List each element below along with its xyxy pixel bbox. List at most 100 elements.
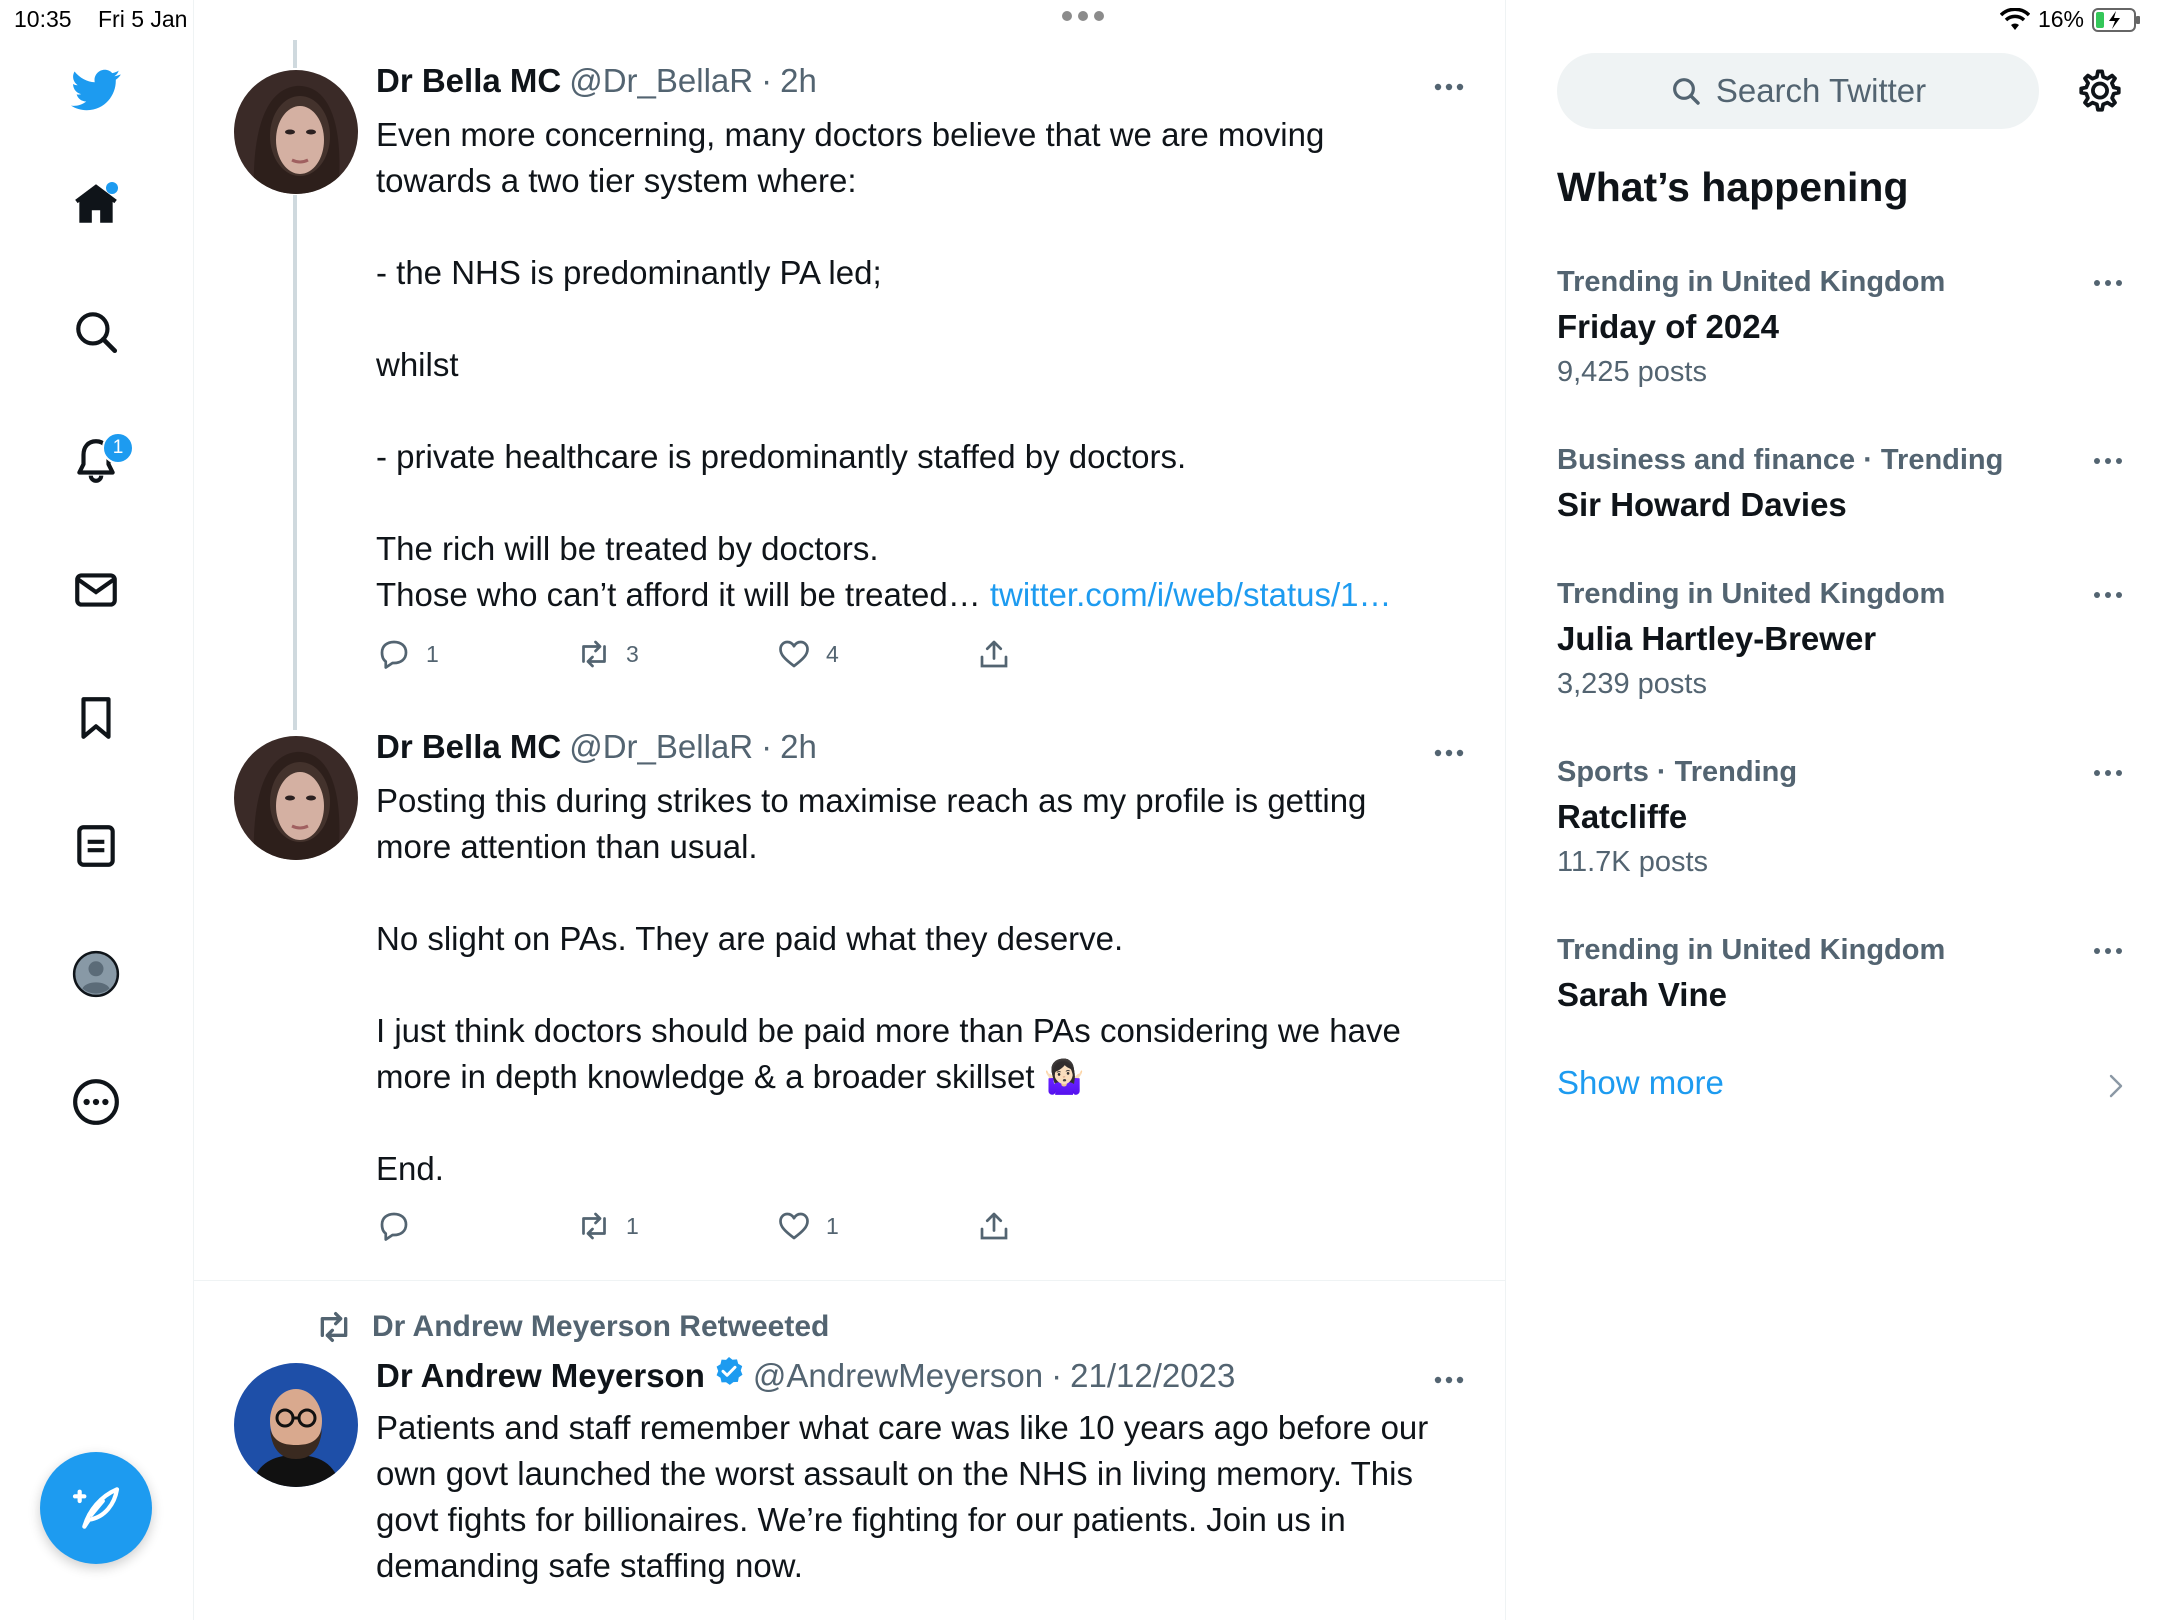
compose-tweet-button[interactable] xyxy=(40,1452,152,1564)
trend-meta: Business and finance · Trending xyxy=(1557,444,2004,476)
trend-item[interactable]: Business and finance · Trending Sir Howa… xyxy=(1557,438,2122,528)
retweet-icon xyxy=(582,640,606,668)
trend-item[interactable]: Sports · Trending Ratcliffe 11.7K posts xyxy=(1557,750,2122,884)
separator: · xyxy=(761,62,773,99)
search-input[interactable]: Search Twitter xyxy=(1557,53,2039,129)
trend-meta: Trending in United Kingdom xyxy=(1557,934,1946,966)
trend-name: Friday of 2024 xyxy=(1557,308,1779,345)
list-icon xyxy=(77,825,115,867)
like-count: 4 xyxy=(826,640,839,667)
author-name[interactable]: Dr Andrew Meyerson xyxy=(376,1357,705,1395)
trend-more-icon[interactable] xyxy=(2093,590,2123,600)
avatar[interactable] xyxy=(234,736,358,860)
trend-count: 9,425 posts xyxy=(1557,356,1707,388)
twitter-logo-button[interactable] xyxy=(64,58,128,122)
whats-happening-title: What’s happening xyxy=(1557,164,1909,210)
trend-item[interactable]: Trending in United Kingdom Sarah Vine xyxy=(1557,928,2122,1018)
notifications-badge: 1 xyxy=(102,432,134,464)
author-handle[interactable]: @Dr_BellaR xyxy=(569,728,753,766)
chevron-right-icon[interactable] xyxy=(2103,1070,2129,1102)
trend-meta: Trending in United Kingdom xyxy=(1557,266,1946,298)
nav-notifications[interactable]: 1 xyxy=(64,428,134,492)
reply-button[interactable] xyxy=(376,1208,426,1244)
reply-icon xyxy=(380,1212,408,1241)
tweet-header: Dr Bella MC @Dr_BellaR · 2h xyxy=(376,62,817,100)
like-button[interactable]: 4 xyxy=(776,636,839,672)
trend-more-icon[interactable] xyxy=(2093,456,2123,466)
search-icon xyxy=(1672,78,1700,105)
trend-item[interactable]: Trending in United Kingdom Friday of 202… xyxy=(1557,260,2122,394)
trend-count: 11.7K posts xyxy=(1557,846,1709,878)
settings-gear-icon[interactable] xyxy=(2075,66,2125,116)
tweet-link[interactable]: twitter.com/i/web/status/1… xyxy=(990,576,1392,613)
author-name[interactable]: Dr Bella MC xyxy=(376,728,561,766)
reply-button[interactable]: 1 xyxy=(376,636,439,672)
avatar-photo xyxy=(234,70,358,194)
more-icon xyxy=(73,1079,119,1125)
author-handle[interactable]: @AndrewMeyerson xyxy=(753,1357,1043,1395)
nav-home[interactable] xyxy=(64,172,128,236)
trend-name: Julia Hartley-Brewer xyxy=(1557,620,1877,657)
avatar[interactable] xyxy=(234,1363,358,1487)
tweet[interactable]: Dr Bella MC @Dr_BellaR · 2h Posting this… xyxy=(194,720,1505,1280)
nav-messages[interactable] xyxy=(64,558,128,622)
nav-more[interactable] xyxy=(64,1070,128,1134)
trend-meta: Sports · Trending xyxy=(1557,756,1798,788)
tweet-time[interactable]: 2h xyxy=(780,728,817,766)
compose-icon xyxy=(72,1487,120,1529)
avatar[interactable] xyxy=(234,70,358,194)
heart-icon xyxy=(779,1212,809,1240)
search-icon xyxy=(76,312,118,354)
tweet-actions: 1 1 xyxy=(376,1208,1276,1248)
trend-name: Sir Howard Davies xyxy=(1557,486,1847,523)
share-button[interactable] xyxy=(976,636,1012,672)
profile-icon xyxy=(72,950,120,998)
nav-explore[interactable] xyxy=(64,300,128,364)
retweet-button[interactable]: 1 xyxy=(576,1208,639,1244)
retweet-count: 3 xyxy=(626,640,639,667)
tweet-more-button[interactable] xyxy=(1434,66,1464,100)
author-handle[interactable]: @Dr_BellaR xyxy=(569,62,753,100)
trend-more-icon[interactable] xyxy=(2093,768,2123,778)
sidebar: 1 xyxy=(0,0,194,1620)
nav-lists[interactable] xyxy=(64,814,128,878)
trend-meta: Trending in United Kingdom xyxy=(1557,578,1946,610)
trend-name: Sarah Vine xyxy=(1557,976,1727,1013)
share-button[interactable] xyxy=(976,1208,1012,1244)
retweet-button[interactable]: 3 xyxy=(576,636,639,672)
more-horizontal-icon xyxy=(1434,83,1464,91)
tweet-header: Dr Bella MC @Dr_BellaR · 2h xyxy=(376,728,817,766)
avatar-photo xyxy=(234,736,358,860)
trend-more-icon[interactable] xyxy=(2093,278,2123,288)
like-button[interactable]: 1 xyxy=(776,1208,839,1244)
separator: · xyxy=(1051,1357,1063,1394)
show-more-link[interactable]: Show more xyxy=(1557,1064,1724,1102)
avatar-photo xyxy=(234,1363,358,1487)
retweet-icon xyxy=(582,1212,606,1240)
reply-icon xyxy=(380,640,408,669)
nav-profile[interactable] xyxy=(64,942,128,1006)
tweet-time[interactable]: 2h xyxy=(780,62,817,100)
retweeted-by[interactable]: Dr Andrew Meyerson Retweeted xyxy=(314,1307,829,1347)
tweet-more-button[interactable] xyxy=(1434,1359,1464,1393)
mail-icon xyxy=(75,573,117,607)
tweet-body: Even more concerning, many doctors belie… xyxy=(376,116,1325,613)
tweet-actions: 1 3 4 xyxy=(376,636,1276,676)
tweet-header: Dr Andrew Meyerson @AndrewMeyerson · 21/… xyxy=(376,1355,1235,1395)
author-name[interactable]: Dr Bella MC xyxy=(376,62,561,100)
trend-item[interactable]: Trending in United Kingdom Julia Hartley… xyxy=(1557,572,2122,706)
right-column: Search Twitter What’s happening Trending… xyxy=(1507,0,2160,1620)
bookmark-icon xyxy=(81,697,111,739)
heart-icon xyxy=(779,640,809,668)
nav-bookmarks[interactable] xyxy=(64,686,128,750)
tweet[interactable]: Dr Bella MC @Dr_BellaR · 2h Even more co… xyxy=(194,0,1505,720)
tweet-time[interactable]: 21/12/2023 xyxy=(1070,1357,1235,1395)
tweet-text: Posting this during strikes to maximise … xyxy=(376,782,1401,1187)
trend-count: 3,239 posts xyxy=(1557,668,1707,700)
trend-name: Ratcliffe xyxy=(1557,798,1688,835)
tweet[interactable]: Dr Andrew Meyerson Retweeted Dr Andrew M… xyxy=(194,1281,1505,1620)
retweeted-by-text: Dr Andrew Meyerson Retweeted xyxy=(372,1310,830,1343)
verified-badge-icon xyxy=(716,1357,743,1385)
trend-more-icon[interactable] xyxy=(2093,946,2123,956)
tweet-more-button[interactable] xyxy=(1434,732,1464,766)
